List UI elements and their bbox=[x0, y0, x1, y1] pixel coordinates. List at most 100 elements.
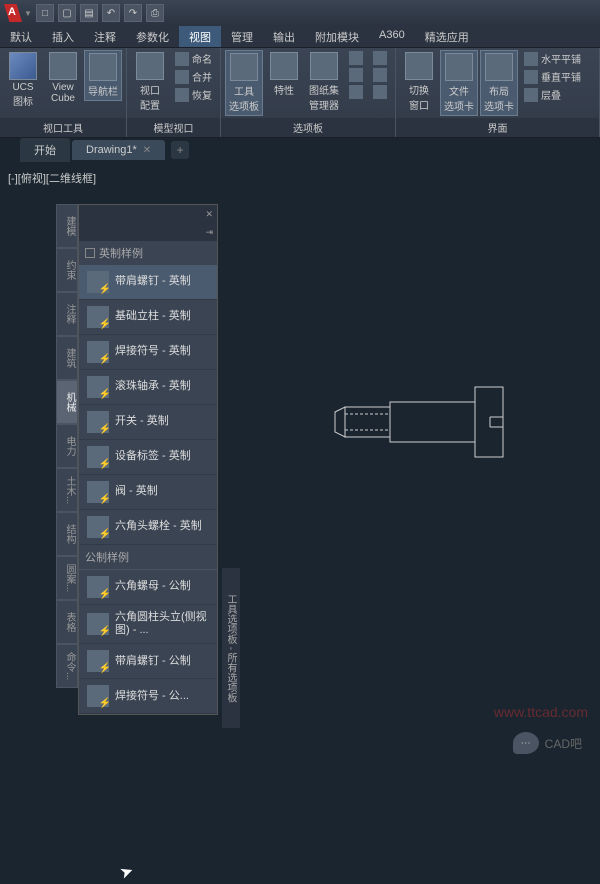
menu-tab-1[interactable]: 插入 bbox=[42, 26, 84, 47]
properties-button[interactable]: 特性 bbox=[265, 50, 303, 99]
palette-item[interactable]: 六角圆柱头立(侧视图) - ... bbox=[79, 605, 217, 644]
palette-item[interactable]: 焊接符号 - 英制 bbox=[79, 335, 217, 370]
vtab-2[interactable]: 注释 bbox=[56, 292, 78, 336]
qat-open-icon[interactable]: ▢ bbox=[58, 4, 76, 22]
vtab-9[interactable]: 表格 bbox=[56, 600, 78, 644]
palette-item[interactable]: 焊接符号 - 公... bbox=[79, 679, 217, 714]
app-icon[interactable] bbox=[4, 4, 22, 22]
pushpin-icon[interactable]: ⇥ bbox=[205, 227, 213, 238]
palette-extra-5[interactable] bbox=[369, 67, 391, 83]
tab-start[interactable]: 开始 bbox=[20, 138, 70, 162]
qat-new-icon[interactable]: □ bbox=[36, 4, 54, 22]
palette-item[interactable]: 滚珠轴承 - 英制 bbox=[79, 370, 217, 405]
item-icon bbox=[87, 271, 109, 293]
cascade-button[interactable]: 层叠 bbox=[520, 86, 585, 103]
tile-v-icon bbox=[524, 70, 538, 84]
sheet-set-button[interactable]: 图纸集 管理器 bbox=[305, 50, 343, 114]
vpcfg-button[interactable]: 视口 配置 bbox=[131, 50, 169, 114]
item-label: 带肩螺钉 - 英制 bbox=[115, 275, 191, 288]
palette-item[interactable]: 六角头螺栓 - 英制 bbox=[79, 510, 217, 545]
viewcube-icon bbox=[49, 52, 77, 80]
palette-extra-2[interactable] bbox=[345, 67, 367, 83]
ucs-label: UCS 图标 bbox=[12, 82, 33, 108]
menu-tab-5[interactable]: 管理 bbox=[221, 26, 263, 47]
vtab-3[interactable]: 建筑 bbox=[56, 336, 78, 380]
palette-header: ✕ bbox=[79, 205, 217, 223]
qat-save-icon[interactable]: ▤ bbox=[80, 4, 98, 22]
palette-item[interactable]: 带肩螺钉 - 英制 bbox=[79, 265, 217, 300]
palette-extra-6[interactable] bbox=[369, 84, 391, 100]
restore-button[interactable]: 恢复 bbox=[171, 86, 216, 103]
vtab-8[interactable]: 圆案... bbox=[56, 556, 78, 600]
palette-item[interactable]: 六角螺母 - 公制 bbox=[79, 570, 217, 605]
menu-tab-3[interactable]: 参数化 bbox=[126, 26, 179, 47]
viewport-label[interactable]: [-][俯视][二维线框] bbox=[8, 170, 96, 186]
vtab-10[interactable]: 命令... bbox=[56, 644, 78, 688]
qat-print-icon[interactable]: ⎙ bbox=[146, 4, 164, 22]
ribbon-group-viewport-tools: UCS 图标 View Cube 导航栏 视口工具 bbox=[0, 48, 127, 137]
palette-title-bar[interactable]: 工具选项板 - 所有选项板 bbox=[222, 568, 240, 728]
tile-v-button[interactable]: 垂直平铺 bbox=[520, 68, 585, 85]
palette-controls: ⇥ bbox=[79, 223, 217, 241]
viewcube-label: View Cube bbox=[51, 82, 75, 104]
vtab-0[interactable]: 建模 bbox=[56, 204, 78, 248]
tool-palette-button[interactable]: 工具 选项板 bbox=[225, 50, 263, 116]
palette-item[interactable]: 开关 - 英制 bbox=[79, 405, 217, 440]
vtab-7[interactable]: 结构 bbox=[56, 512, 78, 556]
menu-tab-9[interactable]: 精选应用 bbox=[415, 26, 479, 47]
named-button[interactable]: 命名 bbox=[171, 50, 216, 67]
item-label: 焊接符号 - 公... bbox=[115, 690, 189, 703]
viewcube-button[interactable]: View Cube bbox=[44, 50, 82, 106]
item-label: 六角圆柱头立(侧视图) - ... bbox=[115, 611, 209, 637]
palette-item[interactable]: 基础立柱 - 英制 bbox=[79, 300, 217, 335]
group-title: 视口工具 bbox=[0, 118, 126, 137]
layout-tab-button[interactable]: 布局 选项卡 bbox=[480, 50, 518, 116]
menu-tab-4[interactable]: 视图 bbox=[179, 26, 221, 47]
palette-extra-1[interactable] bbox=[345, 50, 367, 66]
palette-extra-3[interactable] bbox=[345, 84, 367, 100]
ucs-button[interactable]: UCS 图标 bbox=[4, 50, 42, 110]
wechat-icon: ⋯ bbox=[513, 732, 539, 754]
viewport[interactable]: [-][俯视][二维线框] 建模约束注释建筑机械电力土木...结构圆案...表格… bbox=[0, 162, 600, 768]
merge-button[interactable]: 合并 bbox=[171, 68, 216, 85]
group-title: 选项板 bbox=[221, 118, 395, 137]
palette-item[interactable]: 阀 - 英制 bbox=[79, 475, 217, 510]
navbar-icon bbox=[89, 53, 117, 81]
item-label: 六角螺母 - 公制 bbox=[115, 580, 191, 593]
tile-h-button[interactable]: 水平平铺 bbox=[520, 50, 585, 67]
vtab-1[interactable]: 约束 bbox=[56, 248, 78, 292]
sheet-set-icon bbox=[310, 52, 338, 80]
item-icon bbox=[87, 481, 109, 503]
file-tab-button[interactable]: 文件 选项卡 bbox=[440, 50, 478, 116]
named-icon bbox=[175, 52, 189, 66]
menu-tab-0[interactable]: 默认 bbox=[0, 26, 42, 47]
cursor-icon: ➤ bbox=[117, 860, 136, 883]
section-imperial[interactable]: 英制样例 bbox=[79, 241, 217, 265]
menu-tab-6[interactable]: 输出 bbox=[263, 26, 305, 47]
layout-tab-icon bbox=[485, 53, 513, 81]
menu-tab-7[interactable]: 附加模块 bbox=[305, 26, 369, 47]
group-title: 模型视口 bbox=[127, 118, 220, 137]
new-tab-button[interactable]: + bbox=[171, 141, 189, 159]
palette-item[interactable]: 带肩螺钉 - 公制 bbox=[79, 644, 217, 679]
close-icon[interactable]: ✕ bbox=[205, 209, 213, 220]
menu-tab-2[interactable]: 注释 bbox=[84, 26, 126, 47]
tab-drawing1[interactable]: Drawing1*✕ bbox=[72, 140, 165, 160]
vtab-4[interactable]: 机械 bbox=[56, 380, 78, 424]
vtab-6[interactable]: 土木... bbox=[56, 468, 78, 512]
qat-redo-icon[interactable]: ↷ bbox=[124, 4, 142, 22]
switch-window-button[interactable]: 切换 窗口 bbox=[400, 50, 438, 114]
item-icon bbox=[87, 650, 109, 672]
menu-tabs: 默认插入注释参数化视图管理输出附加模块A360精选应用 bbox=[0, 26, 600, 48]
switch-icon bbox=[405, 52, 433, 80]
item-label: 滚珠轴承 - 英制 bbox=[115, 380, 191, 393]
qat-undo-icon[interactable]: ↶ bbox=[102, 4, 120, 22]
app-menu-dropdown-icon[interactable]: ▼ bbox=[24, 9, 34, 18]
close-icon[interactable]: ✕ bbox=[143, 145, 151, 156]
menu-tab-8[interactable]: A360 bbox=[369, 26, 415, 47]
section-metric[interactable]: 公制样例 bbox=[79, 545, 217, 570]
palette-item[interactable]: 设备标签 - 英制 bbox=[79, 440, 217, 475]
palette-extra-4[interactable] bbox=[369, 50, 391, 66]
navbar-button[interactable]: 导航栏 bbox=[84, 50, 122, 101]
vtab-5[interactable]: 电力 bbox=[56, 424, 78, 468]
